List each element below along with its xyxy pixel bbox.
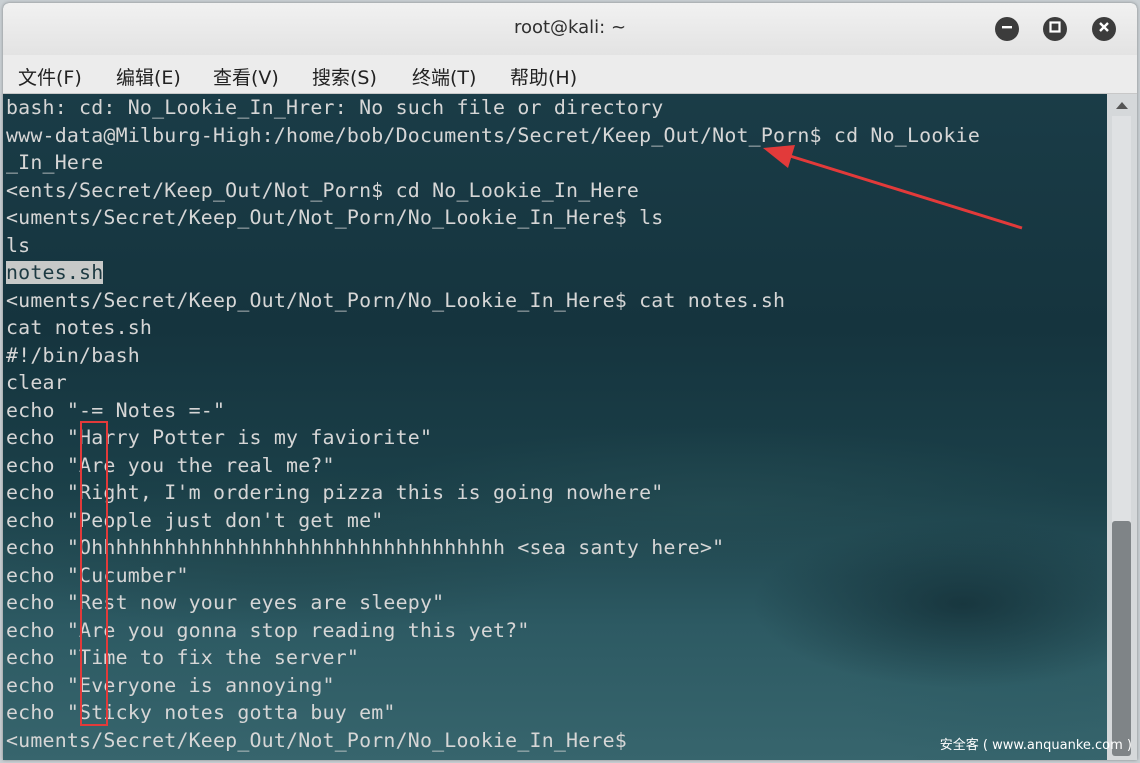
watermark: 安全客 ( www.anquanke.com ) <box>939 738 1132 753</box>
annotation-arrow <box>763 145 1023 230</box>
